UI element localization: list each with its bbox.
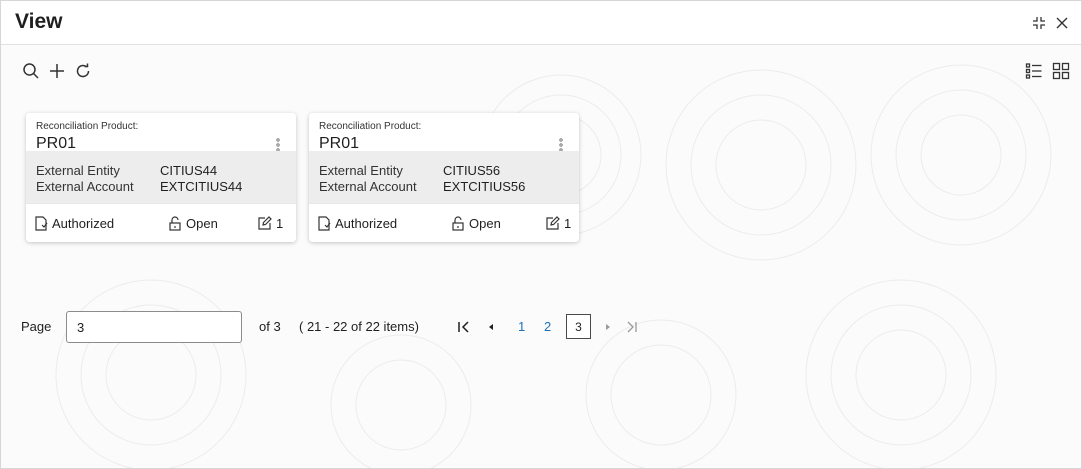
card-details: External Entity CITIUS56 External Accoun…: [309, 151, 579, 203]
authorized-icon: [318, 216, 331, 231]
card-header: Reconciliation Product: PR01: [26, 113, 296, 152]
record-card[interactable]: Reconciliation Product: PR01 External En…: [26, 113, 296, 242]
page-link-2[interactable]: 2: [544, 319, 551, 334]
lock-status: Open: [168, 216, 218, 231]
kebab-menu-icon[interactable]: [557, 138, 565, 152]
minimize-icon[interactable]: [1031, 15, 1047, 31]
card-header: Reconciliation Product: PR01: [309, 113, 579, 152]
previous-page-icon[interactable]: [484, 320, 498, 334]
authorized-icon: [35, 216, 48, 231]
external-entity-value: CITIUS44: [160, 163, 218, 178]
record-card[interactable]: Reconciliation Product: PR01 External En…: [309, 113, 579, 242]
first-page-icon[interactable]: [457, 320, 471, 334]
current-page[interactable]: 3: [566, 314, 591, 339]
grid-view-icon[interactable]: [1051, 61, 1071, 81]
unlock-icon: [452, 216, 464, 231]
external-account-value: EXTCITIUS56: [443, 179, 526, 194]
external-account-label: External Account: [36, 179, 134, 194]
edit-count-label: 1: [276, 216, 284, 231]
edit-count-label: 1: [564, 216, 572, 231]
list-view-icon[interactable]: [1024, 61, 1044, 81]
refresh-icon[interactable]: [73, 61, 93, 81]
view-window: View Reconciliation Product: PR01 Extern…: [0, 0, 1082, 469]
edit-count[interactable]: 1: [545, 216, 571, 231]
last-page-icon[interactable]: [625, 320, 639, 334]
page-link-1[interactable]: 1: [518, 319, 525, 334]
external-entity-value: CITIUS56: [443, 163, 501, 178]
kebab-menu-icon[interactable]: [274, 138, 282, 152]
card-footer: Authorized Open 1: [26, 203, 296, 242]
authorized-label: Authorized: [335, 216, 398, 231]
page-count-label: of 3: [259, 319, 281, 334]
external-account-value: EXTCITIUS44: [160, 179, 243, 194]
product-label: Reconciliation Product:: [36, 121, 139, 132]
authorized-label: Authorized: [52, 216, 115, 231]
background-pattern: [55, 64, 1052, 468]
unlock-icon: [169, 216, 181, 231]
authorized-status: Authorized: [34, 216, 114, 231]
card-details: External Entity CITIUS44 External Accoun…: [26, 151, 296, 203]
card-footer: Authorized Open 1: [309, 203, 579, 242]
edit-icon: [258, 216, 272, 230]
page-number-input[interactable]: [66, 311, 242, 343]
close-icon[interactable]: [1054, 15, 1070, 31]
search-icon[interactable]: [21, 61, 41, 81]
window-header: View: [1, 1, 1081, 45]
external-entity-label: External Entity: [36, 163, 120, 178]
external-account-label: External Account: [319, 179, 417, 194]
lock-status: Open: [451, 216, 501, 231]
edit-count[interactable]: 1: [257, 216, 283, 231]
authorized-status: Authorized: [317, 216, 397, 231]
next-page-icon[interactable]: [601, 320, 615, 334]
lock-status-label: Open: [186, 216, 218, 231]
page-title: View: [15, 10, 63, 33]
pagination: Page of 3 ( 21 - 22 of 22 items) 1 2 3: [1, 311, 1081, 343]
external-entity-label: External Entity: [319, 163, 403, 178]
product-label: Reconciliation Product:: [319, 121, 422, 132]
add-icon[interactable]: [47, 61, 67, 81]
edit-icon: [546, 216, 560, 230]
page-label: Page: [21, 319, 52, 334]
items-count-label: ( 21 - 22 of 22 items): [299, 319, 419, 334]
lock-status-label: Open: [469, 216, 501, 231]
